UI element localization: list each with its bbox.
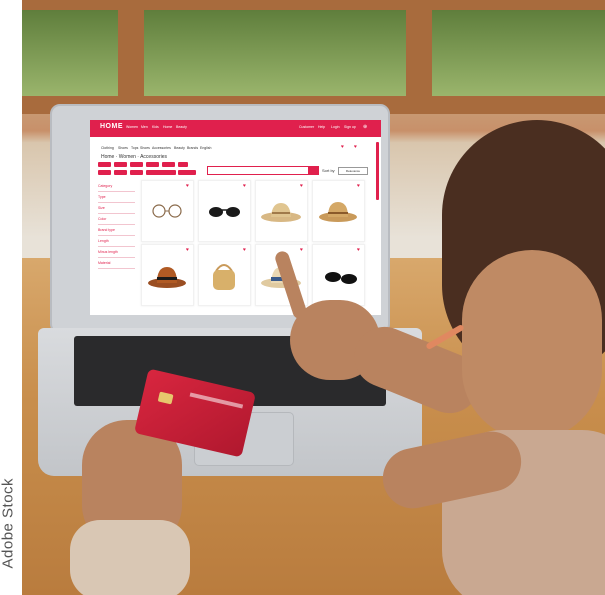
category-link[interactable]: Brands [187, 146, 198, 150]
laptop-screen: HOME Women Men Kids Home Beauty Customer… [90, 120, 381, 315]
favorite-icon[interactable]: ♥ [186, 247, 189, 253]
card-print [189, 392, 244, 409]
nav-link-women[interactable]: Women [126, 125, 138, 129]
product-card[interactable]: ♥ [198, 180, 251, 242]
window-glass [144, 10, 406, 96]
nav-link-beauty[interactable]: Beauty [176, 125, 187, 129]
filter-item[interactable]: Type [98, 193, 135, 203]
sort-select[interactable]: Relevance [338, 167, 368, 175]
product-card[interactable]: ♥ [312, 180, 365, 242]
product-card[interactable]: ♥ [141, 180, 194, 242]
filter-chip[interactable] [162, 162, 175, 167]
scrollbar[interactable] [376, 142, 379, 200]
filter-item[interactable]: Category [98, 182, 135, 192]
category-link[interactable]: Accessories [152, 146, 171, 150]
nav-link-home[interactable]: Home [163, 125, 172, 129]
category-link[interactable]: Shoes [118, 146, 128, 150]
category-link[interactable]: English [200, 146, 211, 150]
photo: HOME Women Men Kids Home Beauty Customer… [22, 0, 605, 595]
filter-item[interactable]: Minus length [98, 248, 135, 258]
site-logo[interactable]: HOME [100, 123, 123, 130]
filter-chip[interactable] [146, 170, 176, 175]
photo-stage: Adobe Stock HOME Women Men Kids Home Bea… [0, 0, 605, 595]
bag-icon[interactable]: ♥ [354, 144, 357, 150]
filter-chip[interactable] [114, 162, 127, 167]
favorite-icon[interactable]: ♥ [243, 183, 246, 189]
woman-face [462, 250, 602, 440]
favorite-icon[interactable]: ♥ [357, 247, 360, 253]
breadcrumb: Home · Women · Accessories [101, 154, 168, 160]
brown-hat-icon [148, 267, 186, 288]
cart-icon[interactable]: ⊕ [363, 124, 367, 130]
window-frame [22, 0, 605, 10]
product-card[interactable]: ♥ [312, 244, 365, 306]
window-mullion [406, 0, 432, 110]
filter-chip[interactable] [98, 170, 111, 175]
category-link[interactable]: Shoes [140, 146, 150, 150]
filter-item[interactable]: Length [98, 237, 135, 247]
filter-chip[interactable] [130, 162, 143, 167]
window-glass [22, 10, 118, 96]
filter-chip[interactable] [146, 162, 159, 167]
filter-item[interactable]: Color [98, 215, 135, 225]
favorite-icon[interactable]: ♥ [357, 183, 360, 189]
product-card[interactable]: ♥ [198, 244, 251, 306]
wishlist-icon[interactable]: ♥ [341, 144, 344, 150]
favorite-icon[interactable]: ♥ [300, 183, 303, 189]
card-chip-icon [157, 391, 174, 405]
favorite-icon[interactable]: ♥ [243, 247, 246, 253]
glasses-icon [152, 204, 182, 218]
search-input[interactable] [207, 166, 310, 175]
favorite-icon[interactable]: ♥ [300, 247, 303, 253]
filter-item[interactable]: Brand type [98, 226, 135, 236]
account-link-help[interactable]: Help [318, 125, 325, 129]
filter-item[interactable]: Material [98, 259, 135, 269]
account-link-login[interactable]: Login [331, 125, 340, 129]
search-button[interactable] [308, 166, 319, 175]
filter-item[interactable]: Size [98, 204, 135, 214]
nav-link-kids[interactable]: Kids [152, 125, 159, 129]
sunglasses-icon [325, 272, 357, 284]
site-navbar: HOME Women Men Kids Home Beauty Customer… [90, 120, 381, 137]
window-mullion [118, 0, 144, 110]
product-card[interactable]: ♥ [141, 244, 194, 306]
favorite-icon[interactable]: ♥ [186, 183, 189, 189]
account-link-signup[interactable]: Sign up [344, 125, 356, 129]
sunglasses-icon [209, 207, 240, 217]
window-glass [432, 10, 605, 96]
nav-link-men[interactable]: Men [141, 125, 148, 129]
category-link[interactable]: Beauty [174, 146, 185, 150]
straw-bag-icon [213, 264, 235, 290]
category-link[interactable]: Clothing [101, 146, 114, 150]
product-card[interactable]: ♥ [255, 180, 308, 242]
straw-hat-icon [261, 203, 301, 222]
filter-chip[interactable] [178, 170, 196, 175]
sort-label: Sort by [322, 168, 335, 173]
account-link-customer[interactable]: Customer [299, 125, 314, 129]
filter-chip[interactable] [114, 170, 127, 175]
filter-chip[interactable] [98, 162, 111, 167]
filter-chip[interactable] [178, 162, 188, 167]
filter-chip[interactable] [130, 170, 143, 175]
sleeve [70, 520, 190, 595]
straw-hat-icon [319, 202, 357, 222]
category-link[interactable]: Tops [131, 146, 138, 150]
watermark: Adobe Stock [0, 477, 17, 569]
